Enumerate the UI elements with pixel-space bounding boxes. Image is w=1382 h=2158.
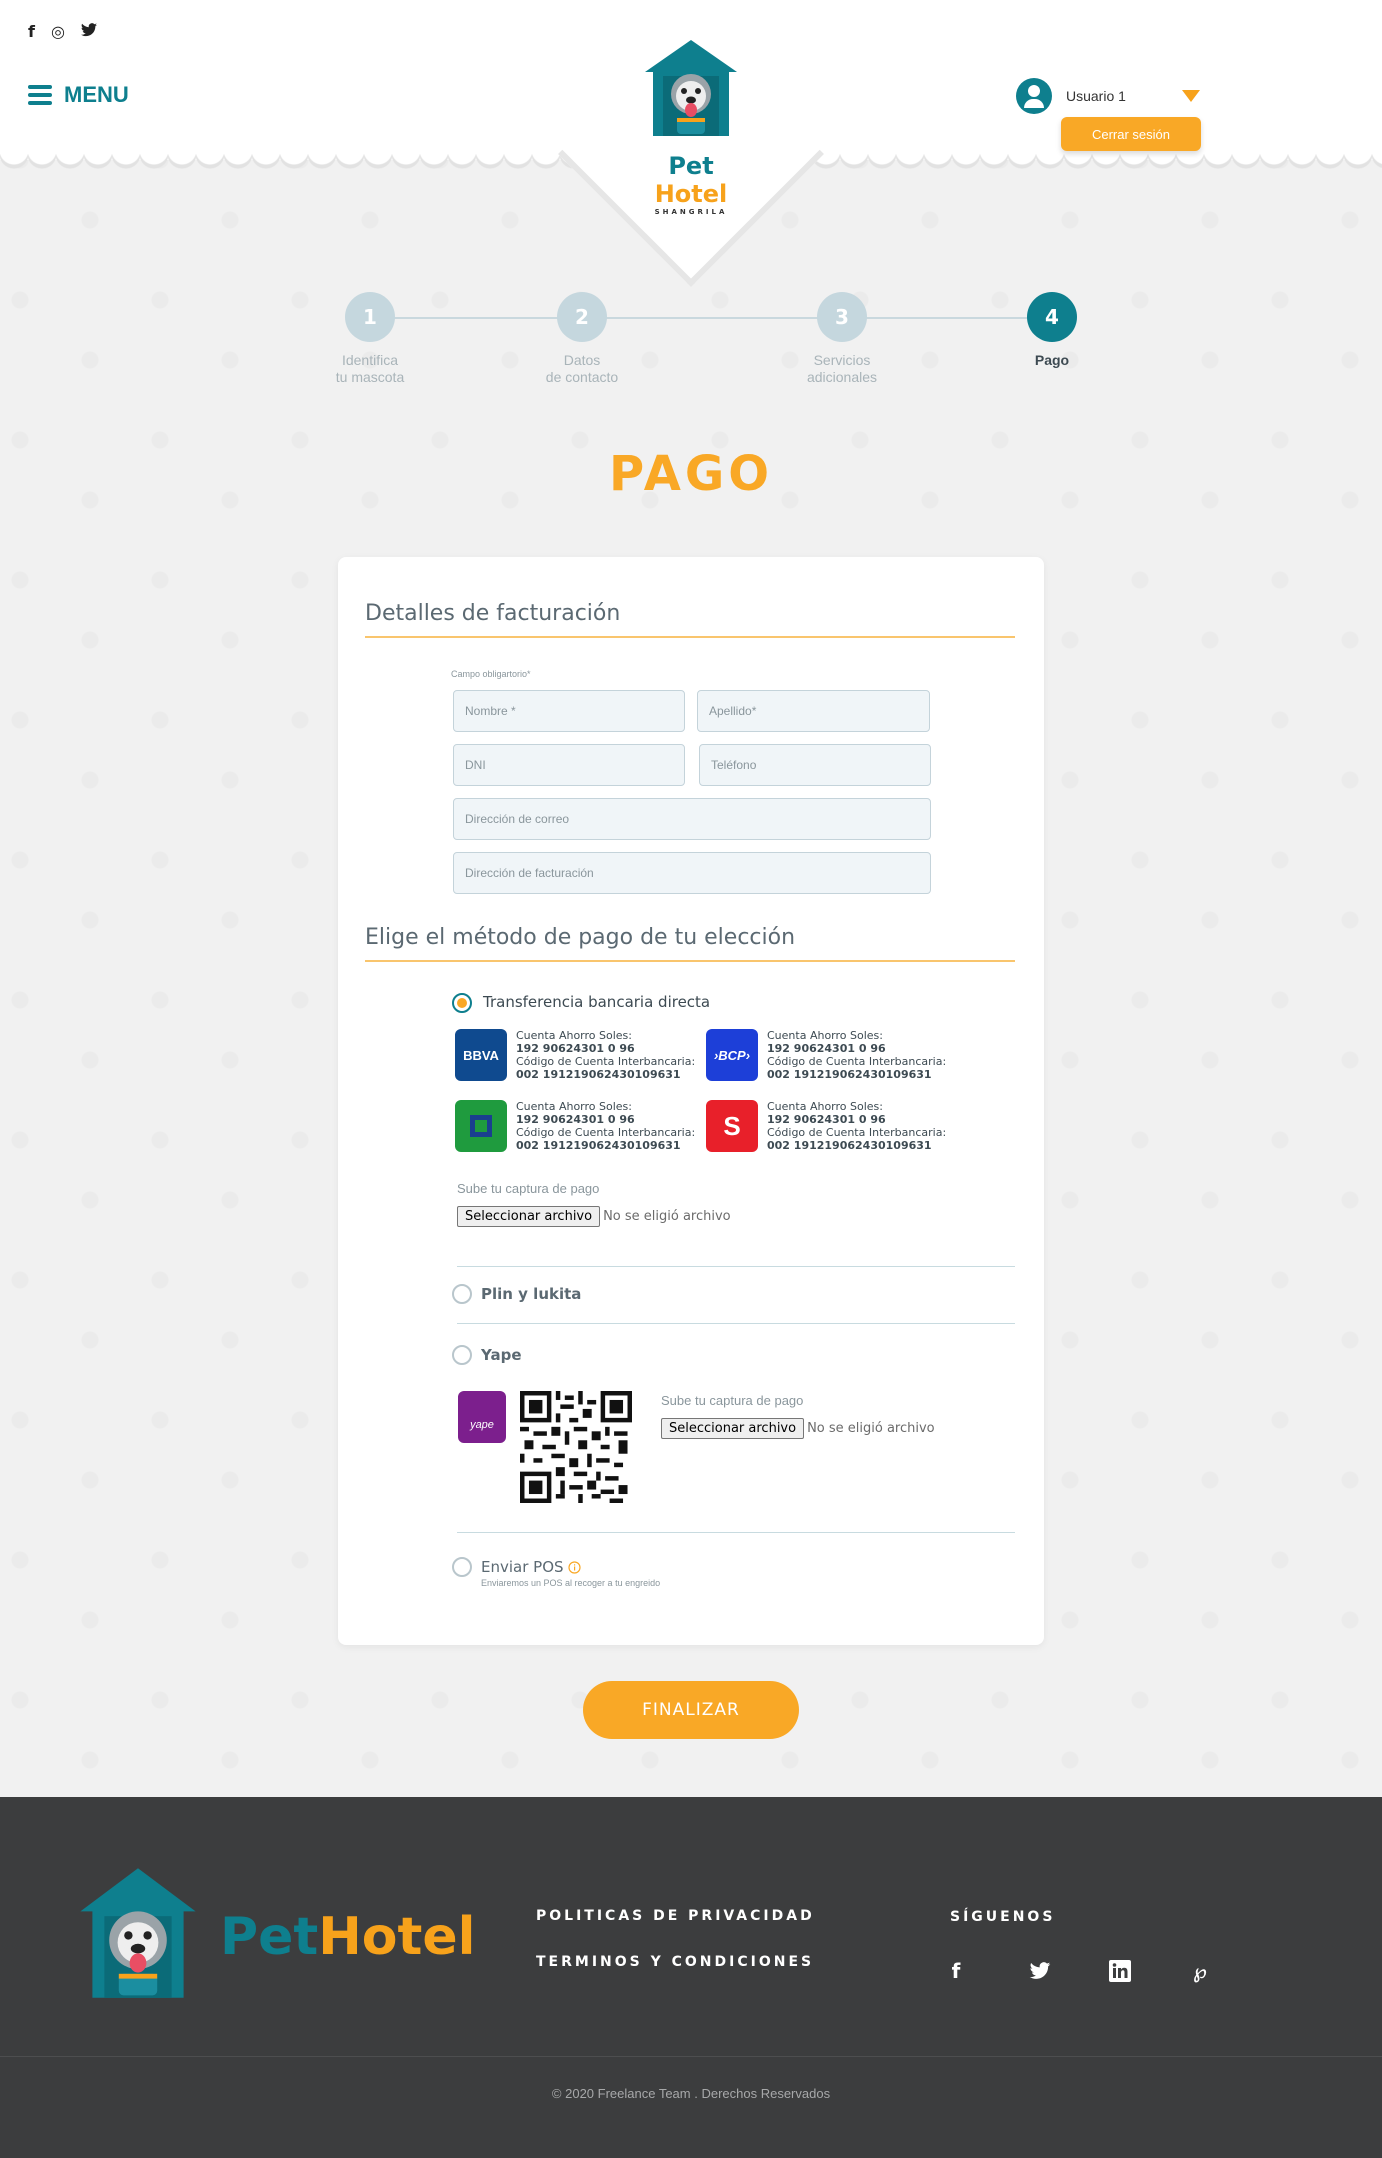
required-field-note: Campo obligartorio* (451, 669, 531, 679)
choose-file-button[interactable]: Seleccionar archivo (457, 1206, 601, 1227)
step-number: 2 (557, 292, 607, 342)
step-number: 4 (1027, 292, 1077, 342)
step-number: 1 (345, 292, 395, 342)
stepper-line (350, 317, 1030, 319)
logo-subtitle: SHANGRILA (654, 208, 728, 216)
bbva-logo-icon: BBVA (455, 1029, 507, 1081)
checkout-stepper: 1 Identifica tu mascota 2 Datos de contact… (300, 290, 1080, 400)
scotiabank-logo-icon: S (706, 1100, 758, 1152)
bank-details: Cuenta Ahorro Soles: 192 90624301 0 96 C… (767, 1029, 947, 1081)
step-label: Datos de contacto (545, 352, 619, 385)
pos-label[interactable]: Enviar POS (481, 1558, 581, 1576)
step-3[interactable]: 3 Servicios adicionales (772, 292, 912, 386)
user-avatar-icon (1016, 78, 1052, 114)
bank-bbva: BBVA Cuenta Ahorro Soles: 192 90624301 0… (455, 1029, 705, 1081)
step-number: 3 (817, 292, 867, 342)
bcp-logo-icon: ›BCP› (706, 1029, 758, 1081)
step-label: Identifica tu mascota (335, 352, 405, 385)
bank-details: Cuenta Ahorro Soles: 192 90624301 0 96 C… (767, 1100, 947, 1152)
header-social-links: f ◎ (28, 22, 97, 41)
user-name: Usuario 1 (1066, 88, 1126, 104)
bank-details: Cuenta Ahorro Soles: 192 90624301 0 96 C… (516, 1029, 696, 1081)
logo-wordmark: Pet Hotel (654, 152, 728, 208)
payment-divider (457, 1266, 1015, 1267)
bank-details: Cuenta Ahorro Soles: 192 90624301 0 96 C… (516, 1100, 696, 1152)
file-status: No se eligió archivo (807, 1421, 935, 1436)
pos-radio[interactable] (452, 1557, 472, 1577)
yape-logo-icon: yape (458, 1391, 506, 1443)
step-4[interactable]: 4 Pago (982, 292, 1122, 369)
menu-button[interactable]: MENU (28, 82, 129, 108)
logout-button[interactable]: Cerrar sesión (1061, 117, 1201, 151)
menu-label: MENU (64, 82, 129, 107)
step-2[interactable]: 2 Datos de contacto (512, 292, 652, 386)
payment-divider (457, 1532, 1015, 1533)
twitter-icon[interactable] (1026, 1957, 1054, 1985)
finalize-button[interactable]: FINALIZAR (583, 1681, 799, 1739)
follow-us-heading: SÍGUENOS (950, 1909, 1056, 1925)
footer-divider (0, 2056, 1382, 2057)
pinterest-icon[interactable]: ℘ (1186, 1957, 1214, 1985)
email-field[interactable]: Dirección de correo (453, 798, 931, 840)
step-label: Servicios adicionales (806, 352, 878, 385)
yape-upload-label: Sube tu captura de pago (661, 1393, 804, 1408)
pos-description: Enviaremos un POS al recoger a tu engrei… (481, 1578, 661, 1588)
hamburger-icon (28, 85, 52, 105)
twitter-icon[interactable] (80, 22, 97, 41)
linkedin-icon[interactable] (1106, 1957, 1134, 1985)
step-label: Pago (1034, 352, 1070, 368)
billing-section-title: Detalles de facturación (365, 601, 1015, 638)
yape-file-input[interactable]: Seleccionar archivo No se eligió archivo (661, 1418, 935, 1439)
footer-logo-wordmark[interactable]: PetHotel (220, 1907, 475, 1967)
choose-file-button[interactable]: Seleccionar archivo (661, 1418, 805, 1439)
transfer-file-input[interactable]: Seleccionar archivo No se eligió archivo (457, 1206, 731, 1227)
checkout-card: Detalles de facturación Campo obligartor… (338, 557, 1044, 1645)
caret-down-icon[interactable] (1182, 90, 1200, 102)
plin-radio[interactable] (452, 1284, 472, 1304)
yape-qr-code (520, 1391, 632, 1503)
interbank-logo-icon (455, 1100, 507, 1152)
payment-divider (457, 1323, 1015, 1324)
site-logo[interactable]: Pet Hotel SHANGRILA (630, 36, 752, 216)
yape-label[interactable]: Yape (481, 1346, 522, 1364)
plin-label[interactable]: Plin y lukita (481, 1285, 581, 1303)
transfer-label[interactable]: Transferencia bancaria directa (483, 993, 710, 1011)
file-status: No se eligió archivo (603, 1209, 731, 1224)
dog-house-icon (80, 1868, 196, 1998)
transfer-upload-label: Sube tu captura de pago (457, 1181, 600, 1196)
first-name-field[interactable]: Nombre * (453, 690, 685, 732)
copyright-text: © 2020 Freelance Team . Derechos Reserva… (551, 2086, 831, 2101)
bank-bcp: ›BCP› Cuenta Ahorro Soles: 192 90624301 … (706, 1029, 956, 1081)
info-icon[interactable] (568, 1561, 581, 1574)
user-menu[interactable]: Usuario 1 (1016, 78, 1200, 114)
yape-radio[interactable] (452, 1345, 472, 1365)
privacy-policy-link[interactable]: POLITICAS DE PRIVACIDAD (536, 1908, 815, 1924)
instagram-icon[interactable]: ◎ (51, 22, 65, 41)
last-name-field[interactable]: Apellido* (697, 690, 930, 732)
transfer-radio[interactable] (452, 993, 472, 1013)
dog-house-icon (645, 40, 737, 136)
facebook-icon[interactable]: f (942, 1957, 970, 1985)
dni-field[interactable]: DNI (453, 744, 685, 786)
facebook-icon[interactable]: f (28, 22, 35, 41)
phone-field[interactable]: Teléfono (699, 744, 931, 786)
bank-interbank: Cuenta Ahorro Soles: 192 90624301 0 96 C… (455, 1100, 705, 1152)
site-footer: PetHotel POLITICAS DE PRIVACIDAD TERMINO… (0, 1797, 1382, 2158)
step-1[interactable]: 1 Identifica tu mascota (300, 292, 440, 386)
page-title: PAGO (608, 446, 774, 502)
payment-section-title: Elige el método de pago de tu elección (365, 925, 1015, 962)
terms-link[interactable]: TERMINOS Y CONDICIONES (536, 1954, 814, 1970)
bank-scotiabank: S Cuenta Ahorro Soles: 192 90624301 0 96… (706, 1100, 956, 1152)
billing-address-field[interactable]: Dirección de facturación (453, 852, 931, 894)
